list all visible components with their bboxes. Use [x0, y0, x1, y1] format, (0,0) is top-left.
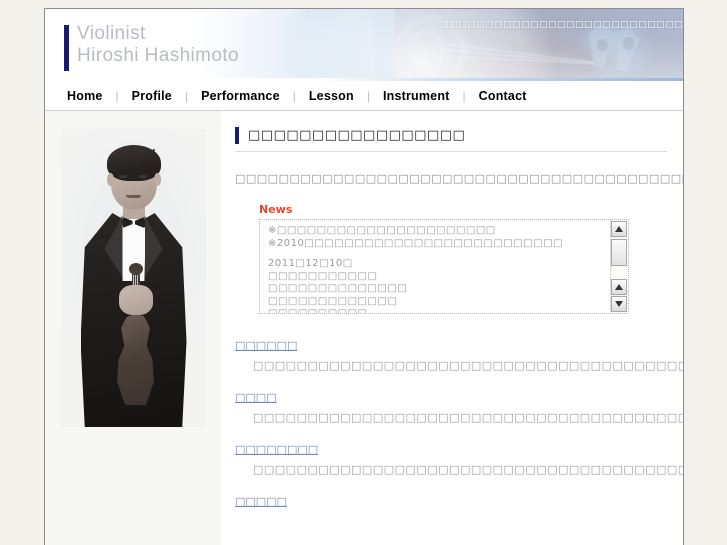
scroll-up-button-secondary[interactable] [611, 279, 627, 295]
nav-item-lesson[interactable]: Lesson [296, 89, 367, 103]
portrait-eye-right [138, 175, 147, 178]
triangle-down-icon [615, 301, 623, 307]
portrait-hands [118, 285, 153, 315]
section-link-4[interactable]: □□□□□ [235, 495, 287, 508]
portrait-image [60, 129, 206, 427]
site-brand-title: Violinist Hiroshi Hashimoto [77, 23, 240, 66]
content-section: □□□□ □□□□□□□□□□□□□□□□□□□□□□□□□□□□□□□□□□□… [235, 388, 683, 426]
news-spacer [268, 250, 602, 258]
news-section: News ※□□□□□□□□□□□□□□□□□□□□□□ ※2010□□□□□□… [259, 203, 629, 314]
section-link-1[interactable]: □□□□□□ [235, 339, 297, 352]
news-item: □□□□□□□□□□□□□□ [268, 283, 408, 294]
nav-item-home[interactable]: Home [67, 89, 116, 103]
news-item: □□□□□□□□□□□ [268, 270, 378, 282]
portrait-hair [106, 145, 161, 181]
content-section: □□□□□□□□ □□□□□□□□□□□□□□□□□□□□□□□□□□□□□□□… [235, 440, 683, 478]
main-navigation[interactable]: Home | Profile | Performance | Lesson | … [45, 81, 683, 111]
news-scrollbar[interactable] [610, 221, 627, 312]
header-tagline: □□□□□□□□□□□□□□□□□□□□□□□□□□□□□□□□□□□□□□□□… [440, 20, 683, 30]
section-body-2: □□□□□□□□□□□□□□□□□□□□□□□□□□□□□□□□□□□□□□□□… [253, 411, 683, 424]
section-link-3[interactable]: □□□□□□□□ [235, 443, 318, 456]
page-container: Violinist Hiroshi Hashimoto □□□□□□□□□□□□… [44, 8, 684, 545]
portrait-mouth [125, 195, 141, 198]
nav-item-contact[interactable]: Contact [466, 89, 540, 103]
section-link-2[interactable]: □□□□ [235, 391, 277, 404]
section-body-3: □□□□□□□□□□□□□□□□□□□□□□□□□□□□□□□□□□□□□□□□… [253, 463, 683, 476]
section-body-1: □□□□□□□□□□□□□□□□□□□□□□□□□□□□□□□□□□□□□□□□… [253, 359, 684, 372]
scrollbar-thumb[interactable] [611, 239, 627, 266]
intro-paragraph: □□□□□□□□□□□□□□□□□□□□□□□□□□□□□□□□□□□□□□□□… [235, 172, 684, 185]
news-scroll-box[interactable]: ※□□□□□□□□□□□□□□□□□□□□□□ ※2010□□□□□□□□□□□… [259, 219, 629, 314]
news-item: ※□□□□□□□□□□□□□□□□□□□□□□ [268, 225, 496, 236]
nav-item-instrument[interactable]: Instrument [370, 89, 463, 103]
page-title-accent-bar [235, 127, 239, 144]
page-columns: □□□□□□□□□□□□□□□□□ □□□□□□□□□□□□□□□□□□□□□□… [45, 111, 683, 545]
triangle-up-icon [615, 226, 623, 232]
scrollbar-track[interactable] [611, 267, 627, 278]
triangle-up-icon [615, 284, 623, 290]
page-title-text: □□□□□□□□□□□□□□□□□ [248, 128, 466, 143]
content-section: □□□□□ [235, 492, 667, 510]
brand-accent-bar [64, 25, 69, 71]
content-sections: □□□□□□ □□□□□□□□□□□□□□□□□□□□□□□□□□□□□□□□□… [235, 336, 684, 510]
news-item: □□□□□□□□□□□□□ [268, 295, 398, 307]
news-date: 2011□12□10□ [268, 258, 353, 269]
nav-item-profile[interactable]: Profile [119, 89, 185, 103]
main-content: □□□□□□□□□□□□□□□□□ □□□□□□□□□□□□□□□□□□□□□□… [221, 111, 683, 545]
news-item: ※2010□□□□□□□□□□□□□□□□□□□□□□□□□□ [268, 237, 563, 249]
portrait-ear-left [106, 173, 114, 186]
portrait-violin-body [117, 315, 154, 406]
portrait-ear-right [153, 173, 161, 186]
news-heading: News [259, 203, 293, 216]
nav-item-performance[interactable]: Performance [188, 89, 293, 103]
scroll-up-button[interactable] [611, 221, 627, 237]
content-section: □□□□□□ □□□□□□□□□□□□□□□□□□□□□□□□□□□□□□□□□… [235, 336, 684, 374]
scroll-down-button[interactable] [611, 296, 627, 312]
site-header: Violinist Hiroshi Hashimoto □□□□□□□□□□□□… [45, 9, 683, 81]
page-title: □□□□□□□□□□□□□□□□□ [235, 127, 667, 152]
news-item: □□□□□□□□□□ [268, 308, 602, 313]
portrait-bowtie [123, 217, 145, 228]
portrait-eye-left [118, 175, 127, 178]
news-list: ※□□□□□□□□□□□□□□□□□□□□□□ ※2010□□□□□□□□□□□… [260, 220, 608, 313]
sidebar [45, 111, 221, 545]
